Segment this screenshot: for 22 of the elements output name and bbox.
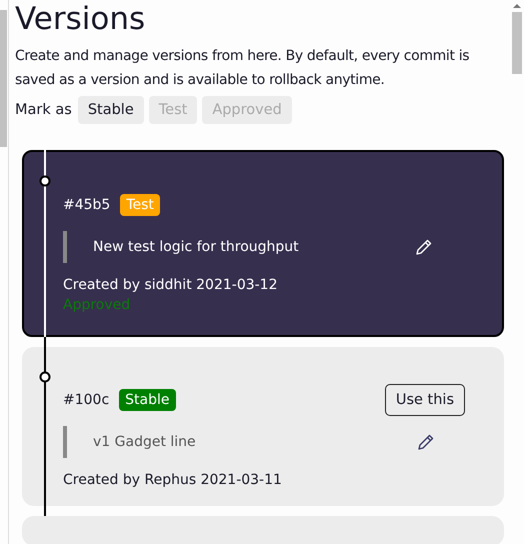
mark-button[interactable]: Stable <box>78 96 144 124</box>
commit-message: New test logic for throughput <box>93 239 300 255</box>
version-tag: Test <box>120 194 160 216</box>
scroll-up-icon[interactable] <box>512 3 522 9</box>
use-this-button[interactable]: Use this <box>384 384 465 416</box>
scrollbar-thumb[interactable] <box>512 12 522 74</box>
version-tag: Stable <box>119 389 176 411</box>
version-hash: #100c <box>63 392 110 408</box>
status-label: Approved <box>63 297 132 313</box>
version-card[interactable]: #100c Stable Use this v1 Gadget line Created by Rephus 2021-03-11 <box>22 347 504 506</box>
version-card[interactable]: #45b5 Test New test logic for throughput Created by siddhit 2021-03-12 Approved <box>22 150 504 337</box>
created-info: Created by siddhit 2021-03-12 <box>63 277 278 293</box>
mark-as-label: Mark as <box>15 102 72 118</box>
timeline-dot-icon <box>39 175 51 187</box>
version-hash: #45b5 <box>63 197 110 213</box>
edit-icon[interactable] <box>417 433 435 451</box>
created-info: Created by Rephus 2021-03-11 <box>63 472 283 488</box>
timeline-dot-icon <box>39 371 51 383</box>
page-title: Versions <box>15 0 146 38</box>
scrollbar-thumb[interactable] <box>0 10 7 147</box>
description: Create and manage versions from here. By default, every commit is saved as a version and is available to rollback anytime. <box>15 47 470 90</box>
commit-message: v1 Gadget line <box>93 434 197 450</box>
